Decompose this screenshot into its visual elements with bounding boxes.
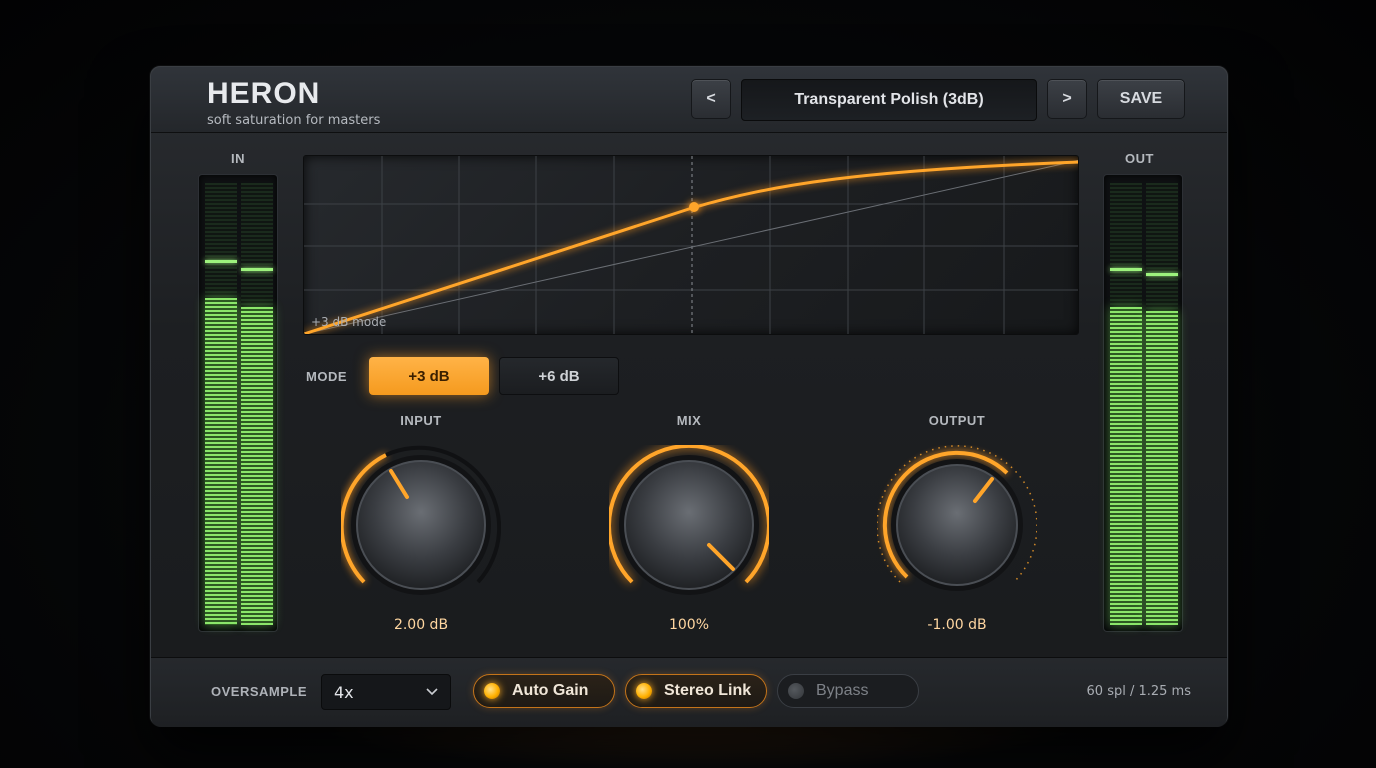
mix-knob[interactable] <box>609 445 769 605</box>
stereo-link-toggle[interactable]: Stereo Link <box>625 674 767 708</box>
input-meter-left-fill <box>205 297 237 625</box>
mix-knob-label: MIX <box>676 413 702 428</box>
in-meter-label: IN <box>231 151 245 166</box>
app-title: HERON <box>207 77 321 110</box>
knee-point[interactable] <box>689 202 699 212</box>
output-meter-left <box>1110 183 1142 625</box>
bypass-toggle[interactable]: Bypass <box>777 674 919 708</box>
input-knob-cap <box>356 460 486 590</box>
output-knob-value: -1.00 dB <box>927 617 987 633</box>
output-knob-label: OUTPUT <box>928 413 986 428</box>
mix-knob-value: 100% <box>668 617 710 633</box>
footer-bar: OVERSAMPLE 4x Auto Gain Stereo Link Bypa… <box>151 657 1227 727</box>
input-meter-left <box>205 183 237 625</box>
auto-gain-label: Auto Gain <box>512 682 589 699</box>
stereo-link-led-icon <box>636 683 652 699</box>
oversample-label: OVERSAMPLE <box>211 684 308 699</box>
oversample-value: 4x <box>334 682 354 702</box>
stereo-link-label: Stereo Link <box>664 682 752 699</box>
save-button[interactable]: SAVE <box>1097 79 1185 119</box>
bypass-led-icon <box>788 683 804 699</box>
transfer-curve-display <box>303 155 1079 335</box>
output-knob-cap <box>896 464 1018 586</box>
output-meter-left-fill <box>1110 306 1142 625</box>
mode-6db-button[interactable]: +6 dB <box>499 357 619 395</box>
mode-3db-button[interactable]: +3 dB <box>369 357 489 395</box>
input-meter-right-peak <box>241 268 273 272</box>
plugin-window: HERON soft saturation for masters < Tran… <box>150 66 1228 727</box>
prev-preset-button[interactable]: < <box>691 79 731 119</box>
mode-label: MODE <box>306 369 347 384</box>
chevron-down-icon <box>426 688 438 696</box>
input-meter <box>198 174 278 632</box>
output-meter-right-peak <box>1146 272 1178 276</box>
oversample-select[interactable]: 4x <box>321 674 451 710</box>
header: HERON soft saturation for masters < Tran… <box>151 67 1227 133</box>
graph-caption: +3 dB mode <box>311 315 387 329</box>
brand: HERON soft saturation for masters <box>207 77 380 128</box>
ambient-glow <box>300 720 1100 768</box>
output-meter-left-peak <box>1110 268 1142 272</box>
app-subtitle: soft saturation for masters <box>207 113 381 128</box>
input-meter-right-fill <box>241 306 273 625</box>
bypass-label: Bypass <box>816 682 869 699</box>
out-meter-label: OUT <box>1125 151 1154 166</box>
input-knob-label: INPUT <box>400 413 442 428</box>
input-knob[interactable] <box>341 445 501 605</box>
output-meter-right <box>1146 183 1178 625</box>
transfer-curve-svg <box>304 156 1078 334</box>
output-meter <box>1103 174 1183 632</box>
preset-name-display[interactable]: Transparent Polish (3dB) <box>741 79 1037 121</box>
auto-gain-toggle[interactable]: Auto Gain <box>473 674 615 708</box>
output-meter-right-fill <box>1146 311 1178 625</box>
input-meter-right <box>241 183 273 625</box>
input-meter-left-peak <box>205 259 237 263</box>
auto-gain-led-icon <box>484 683 500 699</box>
latency-readout: 60 spl / 1.25 ms <box>1086 684 1191 699</box>
input-knob-value: 2.00 dB <box>393 617 449 633</box>
next-preset-button[interactable]: > <box>1047 79 1087 119</box>
output-knob[interactable] <box>877 445 1037 605</box>
